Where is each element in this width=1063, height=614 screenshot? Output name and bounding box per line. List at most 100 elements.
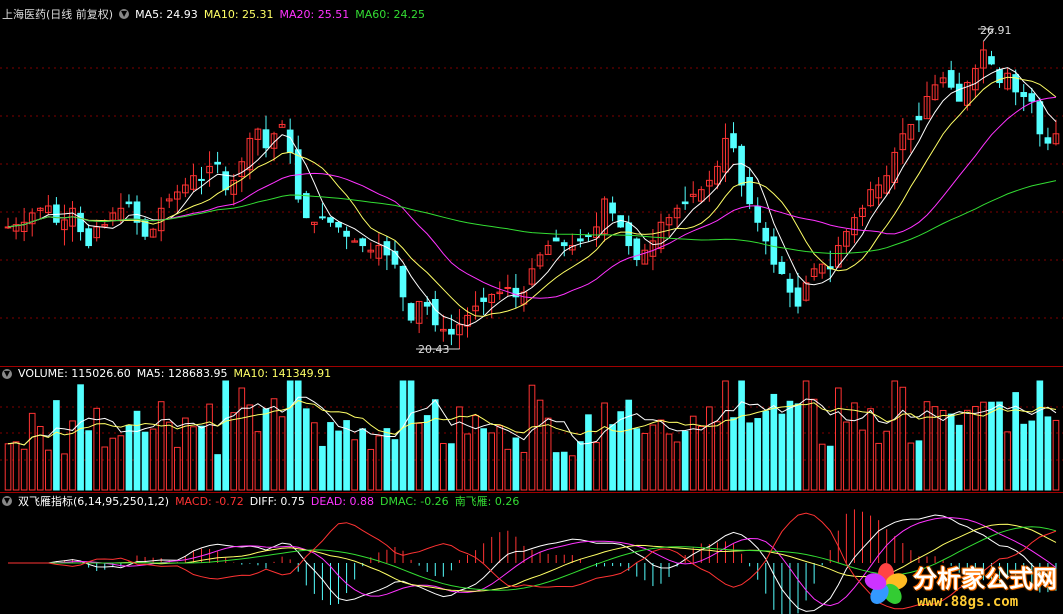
candle-body xyxy=(794,287,802,307)
candle-body xyxy=(552,237,560,242)
candle-body xyxy=(577,238,584,242)
candle-body xyxy=(1020,92,1028,98)
vol-ma5-line xyxy=(7,396,1057,446)
volume-bar xyxy=(826,445,834,491)
volume-bar xyxy=(996,401,1003,491)
volume-bar xyxy=(141,431,149,491)
nanfeiyan-label: 南飞雁: 0.26 xyxy=(454,495,520,508)
candle-body xyxy=(125,201,133,205)
price-panel-header: 上海医药(日线 前复权) ▼ MA5: 24.93 MA10: 25.31 MA… xyxy=(2,6,431,22)
volume-bar xyxy=(802,380,810,491)
candle-body xyxy=(262,129,270,149)
candle-body xyxy=(947,70,955,88)
volume-bar xyxy=(85,430,92,491)
volume-bar xyxy=(536,399,544,491)
volume-bar xyxy=(319,445,326,491)
volume-bar xyxy=(190,426,197,491)
ma10-label: MA10: 25.31 xyxy=(203,7,274,21)
volume-bar xyxy=(786,400,794,491)
volume-bar xyxy=(93,407,101,491)
volume-bar xyxy=(512,437,520,491)
volume-bar xyxy=(794,403,802,491)
price-chart[interactable] xyxy=(0,0,1063,366)
volume-bar xyxy=(45,449,52,491)
volume-bar xyxy=(302,408,310,491)
volume-bar xyxy=(230,412,238,491)
volume-bar xyxy=(327,422,334,491)
candle-body xyxy=(738,145,745,186)
candle-body xyxy=(343,230,350,237)
ma5-line xyxy=(7,67,1057,327)
volume-bar xyxy=(810,398,818,491)
candle-body xyxy=(786,278,794,293)
collapse-icon[interactable]: ▼ xyxy=(2,496,12,506)
collapse-icon[interactable]: ▼ xyxy=(119,9,130,19)
volume-label: VOLUME: 115026.60 xyxy=(18,367,131,380)
candle-body xyxy=(770,236,778,265)
candle-body xyxy=(85,228,92,247)
ma60-line xyxy=(7,180,1057,255)
volume-bar xyxy=(673,441,681,491)
price-panel[interactable]: 上海医药(日线 前复权) ▼ MA5: 24.93 MA10: 25.31 MA… xyxy=(0,0,1063,366)
volume-bar xyxy=(270,398,278,491)
volume-bar xyxy=(4,443,12,491)
volume-bar xyxy=(133,410,141,491)
volume-bar xyxy=(754,418,762,491)
ma5-label: MA5: 24.93 xyxy=(135,7,198,21)
diff-label: DIFF: 0.75 xyxy=(249,494,305,508)
candle-body xyxy=(480,297,487,302)
volume-bar xyxy=(891,380,899,491)
volume-bar xyxy=(568,455,576,491)
candle-body xyxy=(585,235,592,238)
volume-bar xyxy=(947,413,955,491)
volume-bar xyxy=(617,411,624,491)
volume-bar xyxy=(109,437,117,491)
volume-bar xyxy=(1020,423,1028,491)
watermark: 分析家公式网 www.88gs.com xyxy=(862,559,1057,610)
collapse-icon[interactable]: ▼ xyxy=(2,368,12,379)
volume-bar xyxy=(28,412,36,491)
volume-bar xyxy=(1004,431,1011,491)
volume-bar xyxy=(12,441,20,491)
volume-bar xyxy=(254,431,262,491)
volume-bar xyxy=(593,442,600,491)
volume-bar xyxy=(335,430,342,491)
volume-bar xyxy=(367,448,375,491)
volume-bar xyxy=(585,414,592,491)
volume-bar xyxy=(560,451,568,491)
volume-chart[interactable] xyxy=(0,367,1063,492)
volume-bar xyxy=(262,408,270,491)
volume-bar xyxy=(1036,380,1044,491)
stock-title: 上海医药(日线 前复权) xyxy=(2,8,114,21)
volume-bar xyxy=(440,442,447,491)
volume-bar xyxy=(222,380,230,491)
candle-body xyxy=(1036,101,1044,135)
candle-body xyxy=(730,133,737,149)
volume-panel[interactable]: ▼ VOLUME: 115026.60 MA5: 128683.95 MA10:… xyxy=(0,367,1063,492)
macd-panel[interactable]: ▼ 双飞雁指标(6,14,95,250,1,2) MACD: -0.72 DIF… xyxy=(0,493,1063,614)
volume-bar xyxy=(552,452,560,491)
vol-ma5-label: MA5: 128683.95 xyxy=(136,367,228,380)
volume-bar xyxy=(625,399,633,491)
candle-body xyxy=(609,202,616,214)
volume-bar xyxy=(738,380,745,491)
volume-bar xyxy=(391,439,399,491)
candle-body xyxy=(53,204,60,223)
candle-body xyxy=(391,250,399,265)
volume-bar xyxy=(472,415,479,491)
volume-bar xyxy=(407,380,415,491)
volume-bar xyxy=(488,432,496,491)
volume-bar xyxy=(923,401,931,491)
volume-bar xyxy=(818,443,826,491)
volume-bar xyxy=(834,387,842,491)
volume-bar xyxy=(351,439,358,491)
volume-bar xyxy=(214,454,221,491)
ma60-label: MA60: 24.25 xyxy=(355,7,425,21)
candle-body xyxy=(778,261,786,275)
volume-bar xyxy=(20,448,28,491)
watermark-url: www.88gs.com xyxy=(917,594,1019,610)
volume-bar xyxy=(851,402,858,491)
volume-bar xyxy=(173,446,181,491)
candle-body xyxy=(504,286,512,289)
volume-bar xyxy=(633,428,641,491)
